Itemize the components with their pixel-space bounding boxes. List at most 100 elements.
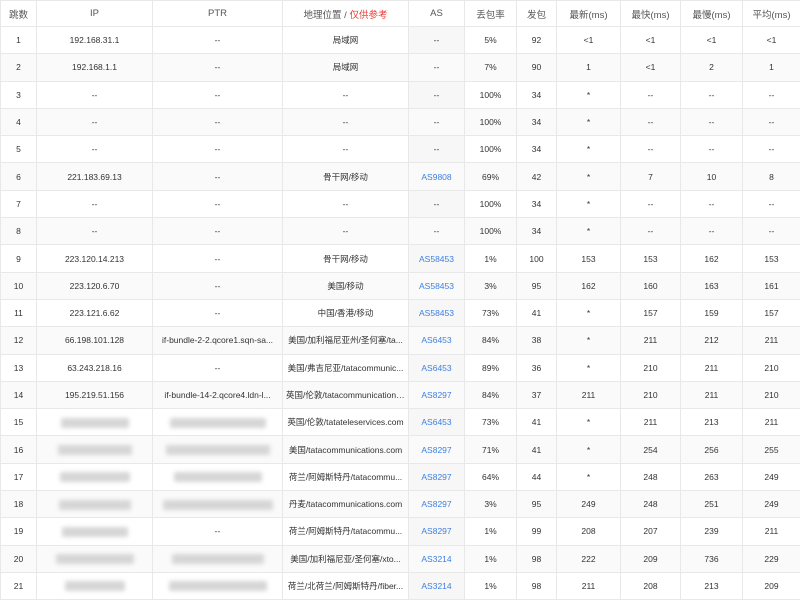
- table-row: 18丹麦/tatacommunications.comAS82973%95249…: [1, 491, 800, 518]
- avg-cell: --: [743, 81, 800, 108]
- sent-cell: 98: [517, 545, 557, 572]
- worst-cell: --: [681, 190, 743, 217]
- last-cell: 222: [557, 545, 621, 572]
- geo-cell: 骨干网/移动: [283, 245, 409, 272]
- as-cell: --: [409, 190, 465, 217]
- ptr-cell: [153, 572, 283, 599]
- ip-cell: [37, 491, 153, 518]
- best-cell: --: [621, 190, 681, 217]
- geo-cell: 局域网: [283, 27, 409, 54]
- ptr-cell: [153, 436, 283, 463]
- as-cell: --: [409, 54, 465, 81]
- avg-cell: 229: [743, 545, 800, 572]
- sent-cell: 34: [517, 81, 557, 108]
- table-row: 17荷兰/阿姆斯特丹/tatacommu...AS829764%44*24826…: [1, 463, 800, 490]
- table-row: 2192.168.1.1--局域网--7%901<121: [1, 54, 800, 81]
- sent-cell: 41: [517, 436, 557, 463]
- loss-cell: 73%: [465, 299, 517, 326]
- worst-cell: 256: [681, 436, 743, 463]
- table-header: 跳数 IP PTR 地理位置 / 仅供参考 AS 丢包率 发包 最新(ms) 最…: [1, 1, 800, 27]
- geo-cell: --: [283, 218, 409, 245]
- best-cell: 211: [621, 409, 681, 436]
- best-cell: 160: [621, 272, 681, 299]
- geo-cell: 荷兰/北荷兰/阿姆斯特丹/fiber...: [283, 572, 409, 599]
- loss-cell: 1%: [465, 518, 517, 545]
- sent-cell: 44: [517, 463, 557, 490]
- avg-cell: 210: [743, 381, 800, 408]
- as-link[interactable]: AS58453: [419, 281, 454, 291]
- sent-cell: 95: [517, 272, 557, 299]
- geo-cell: 美国/弗吉尼亚/tatacommunic...: [283, 354, 409, 381]
- as-link[interactable]: AS8297: [421, 472, 451, 482]
- as-cell: AS58453: [409, 299, 465, 326]
- best-cell: 248: [621, 491, 681, 518]
- redacted-ptr: [174, 472, 262, 482]
- last-cell: *: [557, 409, 621, 436]
- as-link[interactable]: AS8297: [421, 390, 451, 400]
- geo-cell: 荷兰/阿姆斯特丹/tatacommu...: [283, 463, 409, 490]
- worst-cell: 213: [681, 572, 743, 599]
- worst-cell: 10: [681, 163, 743, 190]
- avg-cell: --: [743, 218, 800, 245]
- ptr-cell: --: [153, 272, 283, 299]
- as-link[interactable]: AS6453: [421, 417, 451, 427]
- hop-cell: 7: [1, 190, 37, 217]
- as-link[interactable]: AS6453: [421, 335, 451, 345]
- geo-cell: --: [283, 190, 409, 217]
- as-link[interactable]: AS3214: [421, 581, 451, 591]
- as-link[interactable]: AS58453: [419, 254, 454, 264]
- as-link[interactable]: AS6453: [421, 363, 451, 373]
- loss-cell: 89%: [465, 354, 517, 381]
- redacted-ip: [65, 581, 125, 591]
- redacted-ip: [60, 472, 130, 482]
- loss-cell: 1%: [465, 245, 517, 272]
- as-cell: --: [409, 136, 465, 163]
- best-cell: <1: [621, 27, 681, 54]
- avg-cell: --: [743, 190, 800, 217]
- hop-cell: 2: [1, 54, 37, 81]
- loss-cell: 1%: [465, 545, 517, 572]
- avg-cell: 249: [743, 491, 800, 518]
- last-cell: *: [557, 327, 621, 354]
- as-link[interactable]: AS9808: [421, 172, 451, 182]
- header-ip: IP: [37, 1, 153, 27]
- as-link[interactable]: AS8297: [421, 499, 451, 509]
- best-cell: 211: [621, 327, 681, 354]
- geo-cell: --: [283, 136, 409, 163]
- as-link[interactable]: AS8297: [421, 526, 451, 536]
- as-link[interactable]: AS3214: [421, 554, 451, 564]
- hop-cell: 17: [1, 463, 37, 490]
- loss-cell: 3%: [465, 491, 517, 518]
- worst-cell: 2: [681, 54, 743, 81]
- ptr-cell: --: [153, 27, 283, 54]
- table-row: 20美国/加利福尼亚/圣何塞/xto...AS32141%98222209736…: [1, 545, 800, 572]
- worst-cell: 159: [681, 299, 743, 326]
- ptr-cell: [153, 491, 283, 518]
- last-cell: 208: [557, 518, 621, 545]
- as-link[interactable]: AS58453: [419, 308, 454, 318]
- as-cell: --: [409, 81, 465, 108]
- as-link[interactable]: AS8297: [421, 445, 451, 455]
- as-cell: --: [409, 218, 465, 245]
- redacted-ptr: [163, 500, 273, 510]
- ptr-cell: --: [153, 245, 283, 272]
- sent-cell: 92: [517, 27, 557, 54]
- last-cell: *: [557, 136, 621, 163]
- worst-cell: 736: [681, 545, 743, 572]
- sent-cell: 37: [517, 381, 557, 408]
- traceroute-table: 跳数 IP PTR 地理位置 / 仅供参考 AS 丢包率 发包 最新(ms) 最…: [0, 0, 800, 600]
- last-cell: 211: [557, 381, 621, 408]
- sent-cell: 41: [517, 409, 557, 436]
- table-row: 4--------100%34*------: [1, 108, 800, 135]
- sent-cell: 34: [517, 108, 557, 135]
- worst-cell: 263: [681, 463, 743, 490]
- last-cell: 162: [557, 272, 621, 299]
- as-cell: AS8297: [409, 381, 465, 408]
- hop-cell: 20: [1, 545, 37, 572]
- last-cell: *: [557, 163, 621, 190]
- header-geo-label: 地理位置: [304, 10, 342, 21]
- hop-cell: 15: [1, 409, 37, 436]
- ptr-cell: --: [153, 518, 283, 545]
- table-row: 9223.120.14.213--骨干网/移动AS584531%10015315…: [1, 245, 800, 272]
- ip-cell: 223.120.6.70: [37, 272, 153, 299]
